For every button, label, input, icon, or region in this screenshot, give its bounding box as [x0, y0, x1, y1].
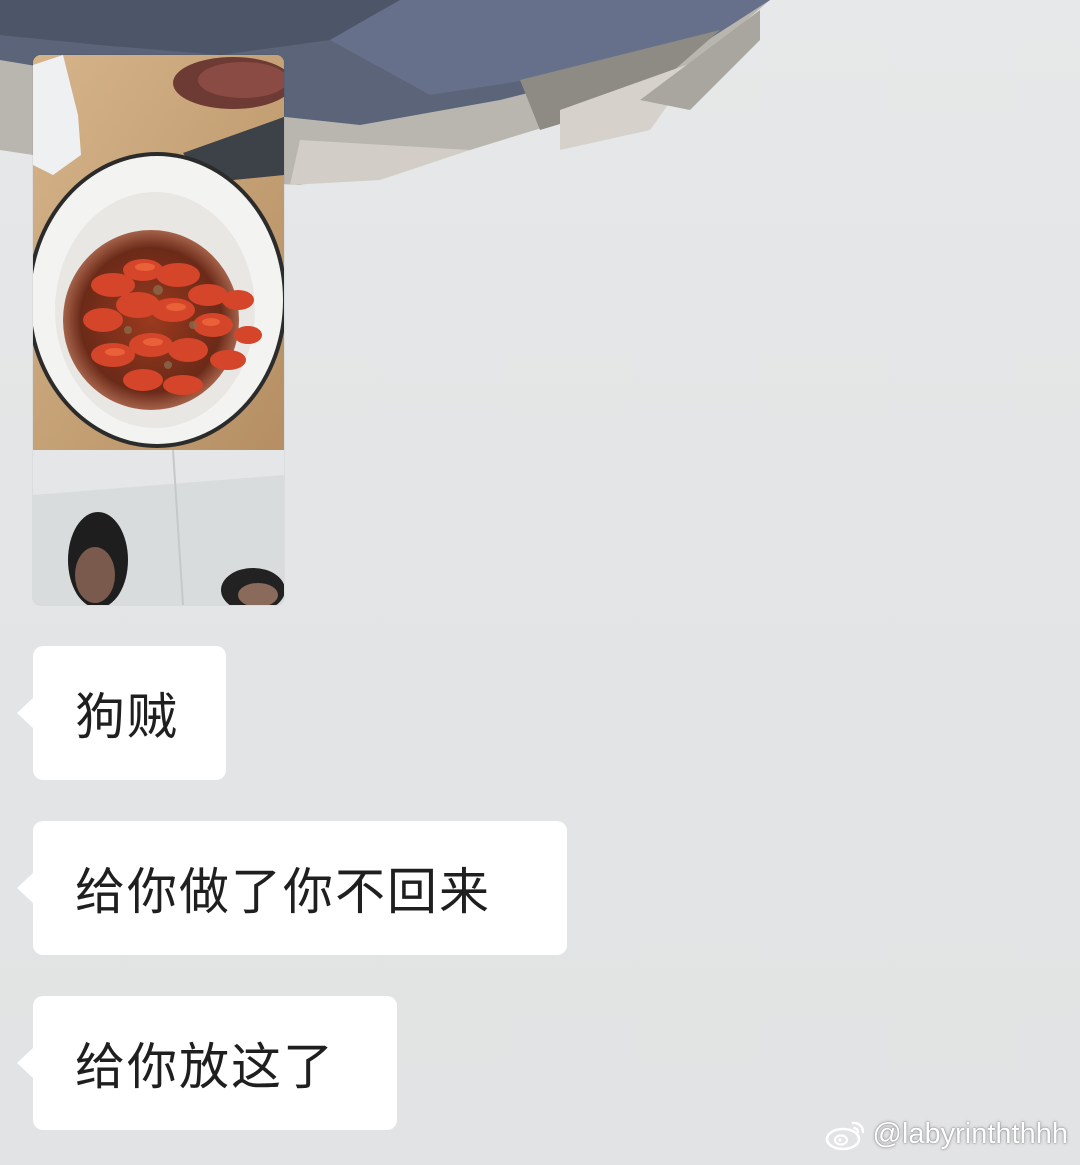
chat-message-text: 狗贼 — [75, 688, 179, 746]
weibo-logo-icon — [825, 1117, 867, 1151]
watermark-handle: @labyrinththhh — [872, 1117, 1069, 1150]
chat-message-text: 给你放这了 — [75, 1038, 335, 1096]
food-photo-icon — [33, 55, 284, 605]
chat-message-bubble[interactable]: 狗贼 — [17, 646, 226, 780]
watermark: @labyrinththhh — [825, 1117, 1069, 1151]
chat-message-bubble[interactable]: 给你做了你不回来 — [17, 821, 567, 955]
photo-message[interactable] — [33, 55, 284, 605]
chat-message-bubble[interactable]: 给你放这了 — [17, 996, 397, 1130]
chat-message-text: 给你做了你不回来 — [75, 863, 491, 921]
